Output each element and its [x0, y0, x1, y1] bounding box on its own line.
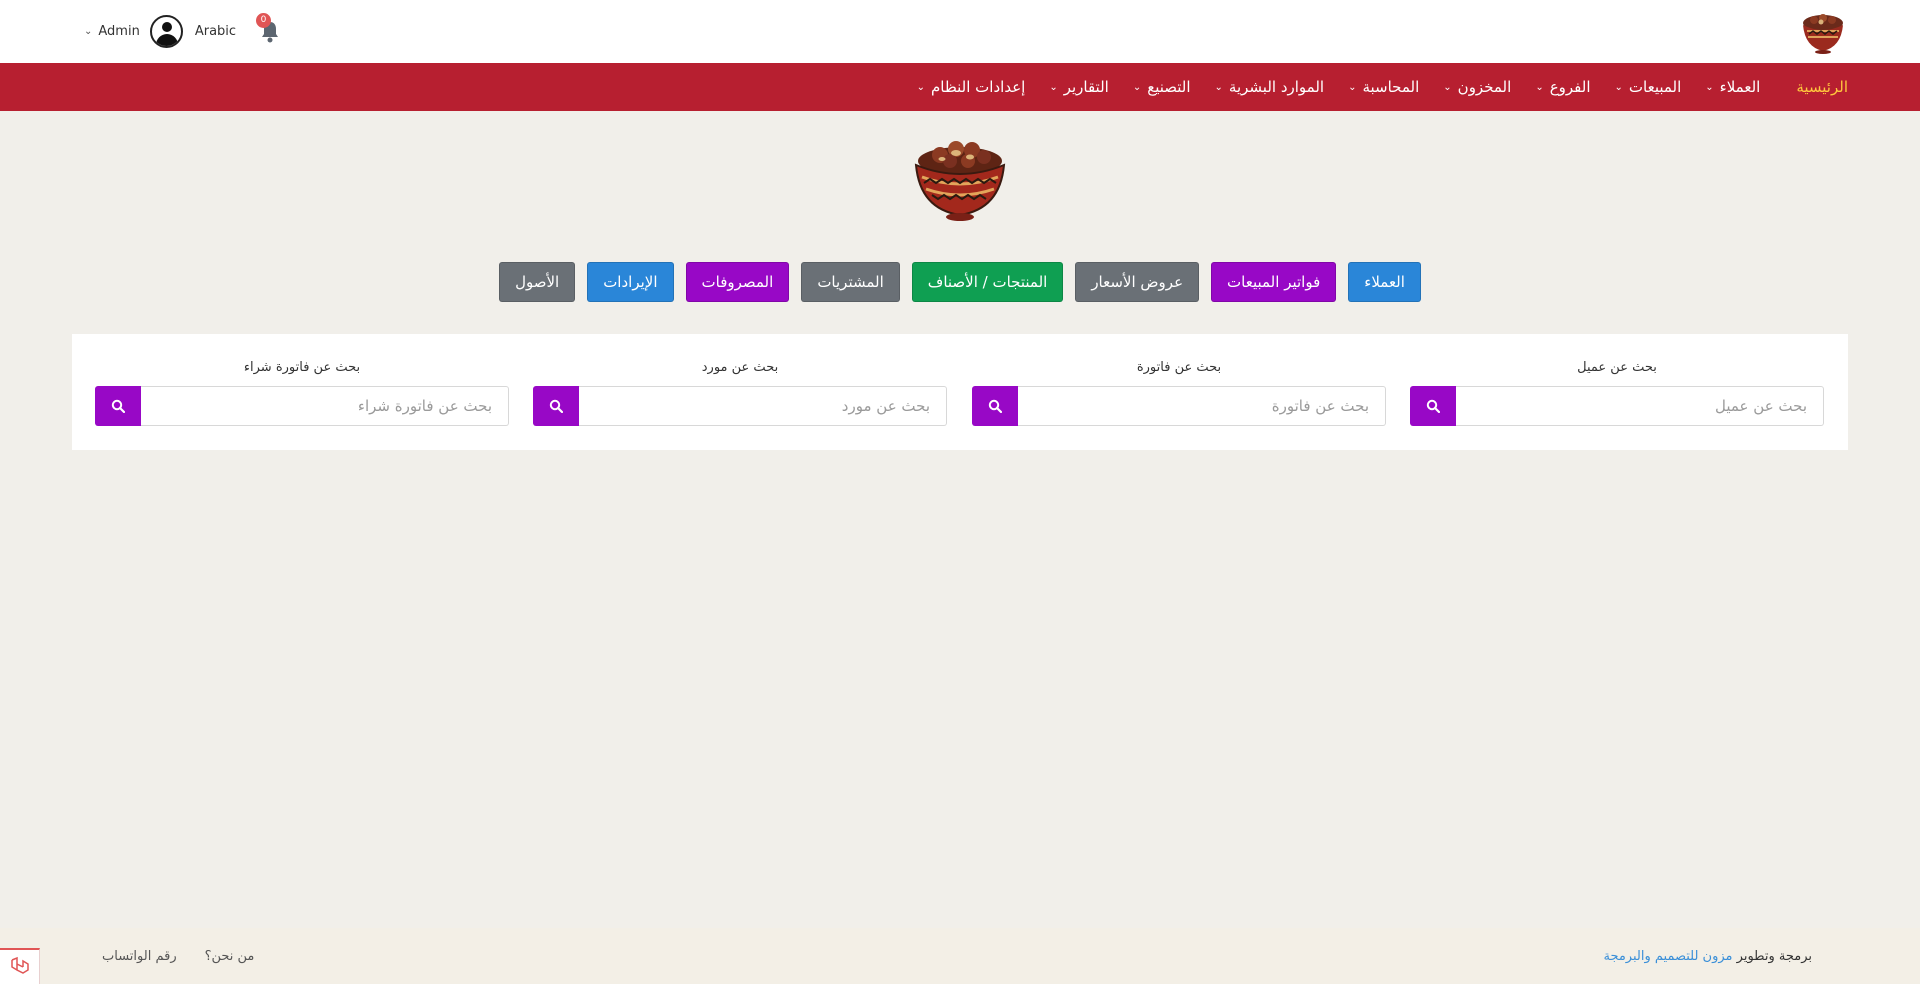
framework-debug-icon[interactable] — [0, 948, 40, 984]
date-bowl-logo — [914, 141, 1006, 221]
nav-item-label: الفروع — [1549, 78, 1591, 96]
chevron-down-icon: ⌄ — [1214, 81, 1223, 93]
chevron-down-icon: ⌄ — [1535, 81, 1544, 93]
search-icon — [1426, 399, 1440, 413]
language-switcher[interactable]: Arabic — [195, 24, 236, 39]
chevron-down-icon: ⌄ — [916, 81, 925, 93]
nav-item-customers[interactable]: العملاء ⌄ — [1705, 78, 1760, 96]
chevron-down-icon[interactable]: ⌄ — [84, 26, 92, 37]
notification-count-badge: 0 — [256, 12, 272, 28]
purchase-invoice-search-label: بحث عن فاتورة شراء — [243, 360, 361, 375]
search-icon — [549, 399, 563, 413]
quick-button-assets[interactable]: الأصول — [499, 262, 576, 302]
chevron-down-icon: ⌄ — [1705, 81, 1714, 93]
laravel-icon — [10, 956, 29, 974]
invoice-search-group: بحث عن فاتورة — [972, 360, 1386, 426]
nav-item-inventory[interactable]: المخزون ⌄ — [1443, 78, 1511, 96]
nav-item-label: التصنيع — [1147, 78, 1191, 96]
supplier-search-input[interactable] — [579, 386, 947, 426]
chevron-down-icon: ⌄ — [1132, 81, 1142, 93]
nav-item-branches[interactable]: الفروع ⌄ — [1535, 78, 1590, 96]
footer-link-about[interactable]: من نحن؟ — [205, 949, 255, 964]
quick-button-revenues[interactable]: الإيرادات — [587, 262, 674, 302]
footer-credit: برمجة وتطوير مزون للتصميم والبرمجة — [1603, 949, 1812, 964]
avatar[interactable] — [149, 15, 183, 48]
quick-button-quotations[interactable]: عروض الأسعار — [1075, 262, 1200, 302]
nav-item-label: المخزون — [1457, 78, 1512, 96]
nav-item-label: الموارد البشرية — [1228, 78, 1325, 96]
footer-links: من نحن؟ رقم الواتساب — [74, 949, 254, 964]
quick-button-products[interactable]: المنتجات / الأصناف — [911, 262, 1064, 302]
purchase-invoice-search-button[interactable] — [95, 386, 141, 426]
nav-item-reports[interactable]: التقارير ⌄ — [1049, 78, 1109, 96]
chevron-down-icon: ⌄ — [1614, 81, 1623, 93]
nav-item-label: التقارير — [1063, 78, 1109, 96]
top-bar: ⌄ Admin Arabic 0 — [0, 0, 1920, 63]
footer: من نحن؟ رقم الواتساب برمجة وتطوير مزون ل… — [0, 928, 1920, 984]
footer-credit-link[interactable]: مزون للتصميم والبرمجة — [1603, 949, 1732, 964]
invoice-search-label: بحث عن فاتورة — [1136, 360, 1222, 375]
customer-search-group: بحث عن عميل — [1410, 360, 1824, 426]
nav-item-label: المبيعات — [1628, 78, 1682, 96]
quick-button-expenses[interactable]: المصروفات — [685, 262, 790, 302]
nav-item-hr[interactable]: الموارد البشرية ⌄ — [1215, 78, 1325, 96]
quick-access-buttons: العملاء فواتير المبيعات عروض الأسعار الم… — [0, 262, 1920, 302]
supplier-search-label: بحث عن مورد — [701, 360, 779, 375]
customer-search-input[interactable] — [1456, 386, 1824, 426]
quick-button-customers[interactable]: العملاء — [1348, 262, 1421, 302]
main-navbar: الرئيسية العملاء ⌄ المبيعات ⌄ الفروع ⌄ ا… — [0, 63, 1920, 111]
nav-item-accounting[interactable]: المحاسبة ⌄ — [1348, 78, 1419, 96]
nav-item-label: العملاء — [1719, 78, 1761, 96]
purchase-invoice-search-group: بحث عن فاتورة شراء — [95, 360, 509, 426]
nav-item-label: إعدادات النظام — [930, 78, 1026, 96]
search-icon — [988, 399, 1002, 413]
user-area: ⌄ Admin Arabic 0 — [84, 12, 282, 48]
footer-link-whatsapp[interactable]: رقم الواتساب — [102, 949, 177, 964]
chevron-down-icon: ⌄ — [1049, 81, 1058, 93]
admin-user-menu[interactable]: Admin — [98, 24, 139, 39]
supplier-search-button[interactable] — [533, 386, 579, 426]
invoice-search-button[interactable] — [972, 386, 1018, 426]
search-icon — [111, 399, 125, 413]
invoice-search-input[interactable] — [1018, 386, 1386, 426]
quick-button-sales-invoices[interactable]: فواتير المبيعات — [1211, 262, 1337, 302]
nav-item-sales[interactable]: المبيعات ⌄ — [1615, 78, 1682, 96]
customer-search-label: بحث عن عميل — [1577, 360, 1657, 375]
footer-credit-prefix: برمجة وتطوير — [1736, 948, 1812, 964]
date-bowl-logo[interactable] — [1799, 9, 1847, 55]
purchase-invoice-search-input[interactable] — [141, 386, 509, 426]
search-panel: بحث عن عميل بحث عن فاتورة بحث عن مورد بح… — [72, 334, 1848, 450]
notification-bell[interactable]: 0 — [256, 12, 282, 45]
nav-item-system-settings[interactable]: إعدادات النظام ⌄ — [917, 78, 1026, 96]
chevron-down-icon: ⌄ — [1348, 81, 1357, 93]
nav-item-label: الرئيسية — [1796, 78, 1848, 96]
quick-button-purchases[interactable]: المشتريات — [801, 262, 900, 302]
nav-item-label: المحاسبة — [1362, 78, 1420, 96]
chevron-down-icon: ⌄ — [1443, 81, 1452, 93]
nav-item-manufacturing[interactable]: التصنيع ⌄ — [1133, 78, 1191, 96]
nav-item-home[interactable]: الرئيسية — [1796, 78, 1848, 96]
customer-search-button[interactable] — [1410, 386, 1456, 426]
supplier-search-group: بحث عن مورد — [533, 360, 947, 426]
